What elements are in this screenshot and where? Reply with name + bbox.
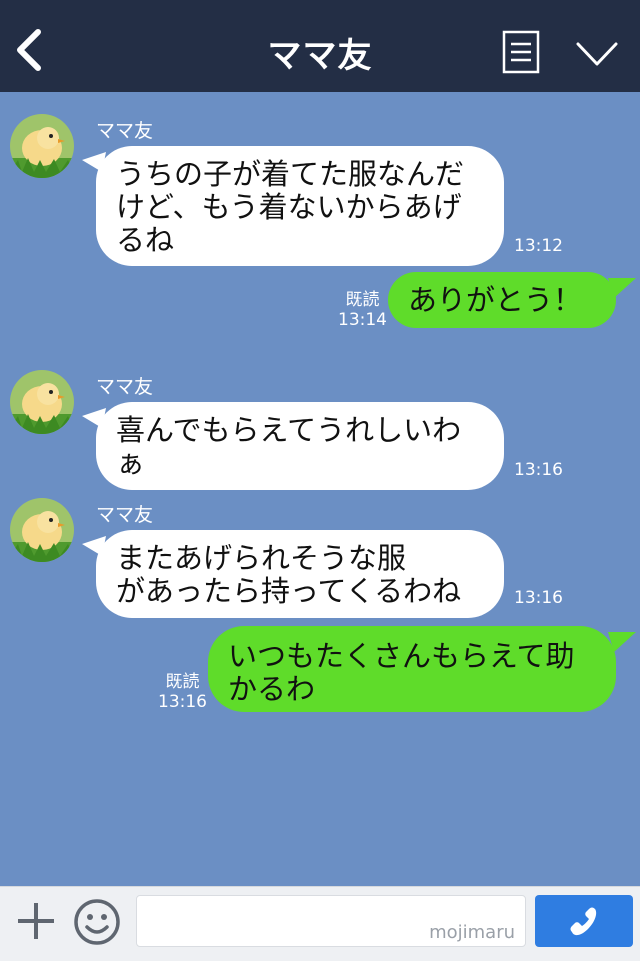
message-time: 13:14 bbox=[338, 310, 387, 330]
message-line: があったら持ってくるわね bbox=[116, 574, 462, 608]
chat-header: ママ友 bbox=[0, 0, 640, 92]
message-line: 喜んでもらえてうれしいわ bbox=[116, 413, 462, 447]
message-line: けど、もう着ないからあげ bbox=[116, 190, 462, 224]
read-receipt: 既読 13:14 bbox=[338, 290, 387, 330]
sender-name: ママ友 bbox=[96, 376, 154, 398]
message-time: 13:12 bbox=[514, 236, 563, 256]
bubble-tail bbox=[608, 278, 636, 298]
plus-icon bbox=[18, 903, 54, 939]
chat-title: ママ友 bbox=[267, 36, 373, 76]
phone-icon bbox=[570, 907, 597, 936]
message-bubble[interactable]: ありがとう！ bbox=[388, 272, 616, 328]
chick-avatar-icon bbox=[10, 370, 74, 434]
call-button[interactable] bbox=[535, 895, 633, 947]
message-time: 13:16 bbox=[158, 692, 207, 712]
sender-name: ママ友 bbox=[96, 120, 154, 142]
message-line: ありがとう！ bbox=[408, 283, 583, 317]
message-line: ぁ bbox=[116, 446, 146, 480]
avatar[interactable] bbox=[10, 114, 74, 178]
avatar[interactable] bbox=[10, 370, 74, 434]
smiley-icon bbox=[74, 899, 120, 945]
message-bubble[interactable]: 喜んでもらえてうれしいわ ぁ bbox=[96, 402, 504, 490]
chevron-down-icon bbox=[576, 42, 618, 66]
emoji-button[interactable] bbox=[72, 897, 122, 947]
message-line: またあげられそうな服 bbox=[116, 541, 407, 575]
message-line: かるわ bbox=[228, 672, 316, 706]
chick-avatar-icon bbox=[10, 114, 74, 178]
watermark-text: mojimaru bbox=[429, 922, 515, 943]
sender-name: ママ友 bbox=[96, 504, 154, 526]
message-bubble[interactable]: うちの子が着てた服なんだ けど、もう着ないからあげ るね bbox=[96, 146, 504, 266]
bubble-tail bbox=[608, 632, 636, 652]
menu-button[interactable] bbox=[500, 30, 542, 74]
input-bar: mojimaru bbox=[0, 886, 640, 961]
message-input[interactable]: mojimaru bbox=[136, 895, 526, 947]
message-time: 13:16 bbox=[514, 460, 563, 480]
chick-avatar-icon bbox=[10, 498, 74, 562]
document-list-icon bbox=[502, 30, 540, 74]
collapse-button[interactable] bbox=[574, 34, 620, 74]
read-label: 既読 bbox=[345, 290, 380, 310]
read-label: 既読 bbox=[165, 672, 200, 692]
message-bubble[interactable]: いつもたくさんもらえて助 かるわ bbox=[208, 626, 616, 712]
message-bubble[interactable]: またあげられそうな服 があったら持ってくるわね bbox=[96, 530, 504, 618]
avatar[interactable] bbox=[10, 498, 74, 562]
message-line: うちの子が着てた服なんだ bbox=[116, 157, 465, 191]
message-line: いつもたくさんもらえて助 bbox=[228, 639, 575, 673]
read-receipt: 既読 13:16 bbox=[158, 672, 207, 712]
add-button[interactable] bbox=[14, 899, 58, 943]
message-time: 13:16 bbox=[514, 588, 563, 608]
message-line: るね bbox=[116, 223, 175, 257]
